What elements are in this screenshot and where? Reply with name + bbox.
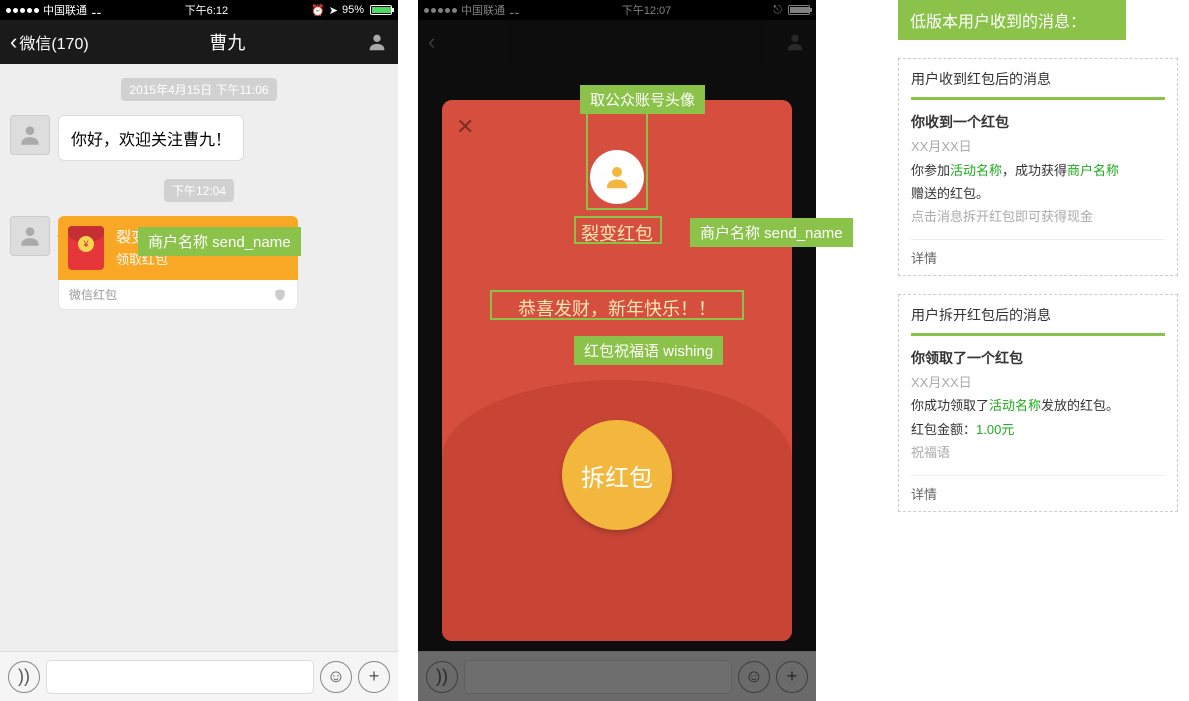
status-bar: 中国联通 ⚋ 下午6:12 ⏰ ➤ 95% (0, 0, 398, 20)
message-row: 你好，欢迎关注曹九！ (0, 111, 398, 165)
details-link[interactable]: 详情 (911, 475, 1165, 511)
msg-hint: 点击消息拆开红包即可获得现金 (911, 205, 1165, 228)
wifi-icon: ⚋ (91, 3, 102, 17)
close-icon[interactable]: ✕ (456, 114, 474, 140)
alarm-icon: ⏰ (311, 4, 325, 17)
emoji-icon[interactable]: ☺ (320, 661, 352, 693)
voice-icon[interactable]: )) (426, 661, 458, 693)
text-bubble: 你好，欢迎关注曹九！ (58, 115, 244, 161)
status-time: 下午6:12 (185, 2, 228, 18)
details-link[interactable]: 详情 (911, 239, 1165, 275)
msg-date: XX月XX日 (911, 135, 1165, 158)
card-title: 用户拆开红包后的消息 (911, 305, 1165, 325)
location-icon: ➤ (329, 4, 338, 17)
annotation-box (490, 290, 744, 320)
legacy-messages-panel: 低版本用户收到的消息： 用户收到红包后的消息 你收到一个红包 XX月XX日 你参… (898, 0, 1178, 512)
panel-header: 低版本用户收到的消息： (898, 0, 1126, 40)
profile-icon[interactable] (366, 31, 388, 53)
voice-icon[interactable]: )) (8, 661, 40, 693)
timestamp: 下午12:04 (164, 179, 234, 202)
avatar[interactable] (10, 216, 50, 256)
annotation-wish: 红包祝福语 wishing (574, 336, 723, 365)
plus-icon[interactable]: + (358, 661, 390, 693)
annotation-send-name: 商户名称 send_name (138, 227, 301, 256)
msg-amount: 红包金额：1.00元 (911, 418, 1165, 441)
chat-title: 曹九 (209, 29, 245, 55)
open-button[interactable]: 拆红包 (562, 420, 672, 530)
plus-icon[interactable]: + (776, 661, 808, 693)
nav-bar: ‹ 微信(170) 曹九 (0, 20, 398, 64)
battery-icon (368, 5, 392, 15)
carrier-label: 中国联通 (43, 2, 87, 18)
annotation-avatar: 取公众账号头像 (580, 85, 705, 114)
shield-icon (273, 288, 287, 302)
back-button[interactable]: ‹ 微信(170) (10, 29, 89, 55)
input-bar: )) ☺ + (418, 651, 816, 701)
red-envelope-icon: ¥ (68, 226, 104, 270)
annotation-box (586, 112, 648, 210)
message-input[interactable] (464, 660, 732, 694)
msg-date: XX月XX日 (911, 371, 1165, 394)
message-card-opened: 用户拆开红包后的消息 你领取了一个红包 XX月XX日 你成功领取了活动名称发放的… (898, 294, 1178, 512)
annotation-sender: 商户名称 send_name (690, 218, 853, 247)
msg-line: 赠送的红包。 (911, 182, 1165, 205)
red-packet-footer: 微信红包 (58, 280, 298, 310)
phone-chat-screen: 中国联通 ⚋ 下午6:12 ⏰ ➤ 95% ‹ 微信(170) 曹九 2015年… (0, 0, 398, 701)
emoji-icon[interactable]: ☺ (738, 661, 770, 693)
message-input[interactable] (46, 660, 314, 694)
msg-bold: 你收到一个红包 (911, 110, 1165, 135)
card-title: 用户收到红包后的消息 (911, 69, 1165, 89)
avatar[interactable] (10, 115, 50, 155)
annotation-box (574, 216, 662, 244)
msg-line: 你参加活动名称，成功获得商户名称 (911, 159, 1165, 182)
chat-body: 2015年4月15日 下午11:06 你好，欢迎关注曹九！ 下午12:04 ¥ … (0, 64, 398, 651)
message-card-received: 用户收到红包后的消息 你收到一个红包 XX月XX日 你参加活动名称，成功获得商户… (898, 58, 1178, 276)
timestamp: 2015年4月15日 下午11:06 (121, 78, 276, 101)
chevron-left-icon: ‹ (10, 29, 17, 55)
battery-pct: 95% (342, 4, 364, 16)
back-label: 微信(170) (19, 30, 88, 54)
msg-bold: 你领取了一个红包 (911, 346, 1165, 371)
msg-hint: 祝福语 (911, 441, 1165, 464)
input-bar: )) ☺ + (0, 651, 398, 701)
msg-line: 你成功领取了活动名称发放的红包。 (911, 394, 1165, 417)
red-packet-source: 微信红包 (69, 286, 117, 303)
